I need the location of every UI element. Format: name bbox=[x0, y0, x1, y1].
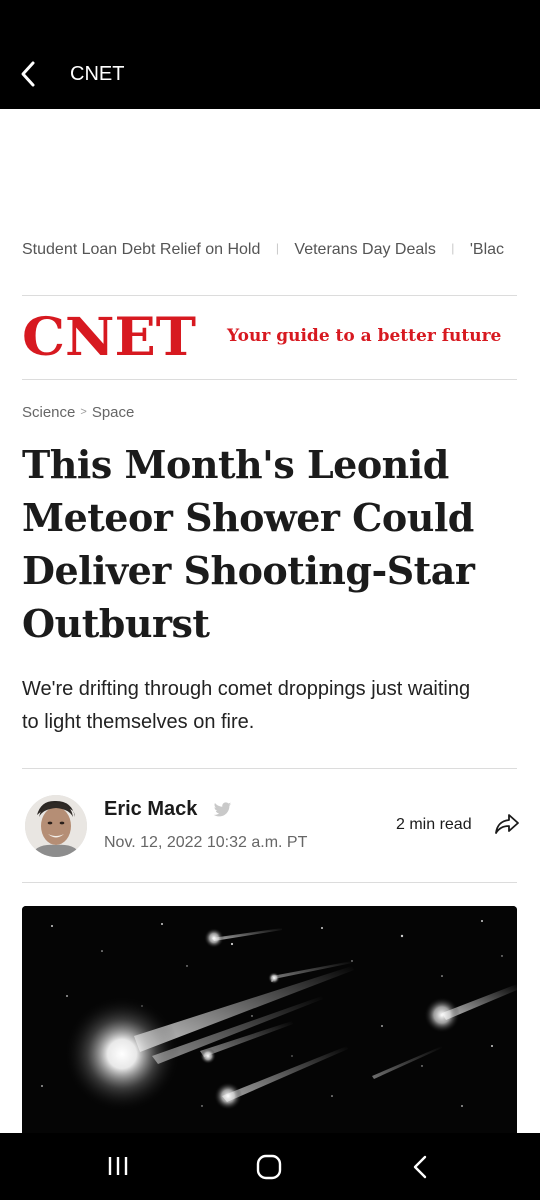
system-nav-bar bbox=[0, 1133, 540, 1200]
back-icon[interactable] bbox=[406, 1153, 434, 1181]
home-icon[interactable] bbox=[255, 1153, 283, 1181]
breadcrumb-subsection[interactable]: Space bbox=[92, 404, 135, 421]
author-avatar[interactable] bbox=[25, 795, 87, 857]
divider bbox=[22, 379, 517, 380]
trending-separator: | bbox=[275, 241, 279, 255]
share-icon[interactable] bbox=[494, 812, 520, 836]
breadcrumb-section[interactable]: Science bbox=[22, 404, 75, 421]
divider bbox=[22, 882, 517, 883]
recents-icon[interactable] bbox=[104, 1153, 132, 1179]
cnet-logo[interactable]: CNET bbox=[22, 312, 198, 360]
divider bbox=[22, 768, 517, 769]
chevron-left-icon[interactable] bbox=[14, 58, 42, 90]
app-bar-title: CNET bbox=[70, 63, 125, 85]
trending-separator: | bbox=[451, 241, 455, 255]
twitter-icon[interactable] bbox=[213, 802, 232, 818]
brand-tagline: Your guide to a better future bbox=[227, 326, 502, 346]
meteor-shower-photo[interactable] bbox=[22, 906, 517, 1133]
divider bbox=[22, 295, 517, 296]
app-bar: CNET bbox=[0, 0, 540, 109]
trending-links: Student Loan Debt Relief on Hold | Veter… bbox=[22, 241, 540, 265]
publish-date: Nov. 12, 2022 10:32 a.m. PT bbox=[104, 834, 308, 851]
author-name[interactable]: Eric Mack bbox=[104, 798, 197, 821]
article-dek: We're drifting through comet droppings j… bbox=[22, 678, 471, 733]
breadcrumb: Science > Space bbox=[22, 404, 134, 421]
trending-link[interactable]: Veterans Day Deals bbox=[294, 241, 435, 259]
read-time: 2 min read bbox=[396, 816, 472, 833]
breadcrumb-separator: > bbox=[80, 406, 87, 418]
logo-text: CNET bbox=[22, 312, 196, 360]
article-headline: This Month's Leonid Meteor Shower Could … bbox=[22, 442, 475, 646]
trending-link[interactable]: Student Loan Debt Relief on Hold bbox=[22, 241, 260, 259]
trending-link[interactable]: 'Blac bbox=[470, 241, 504, 259]
